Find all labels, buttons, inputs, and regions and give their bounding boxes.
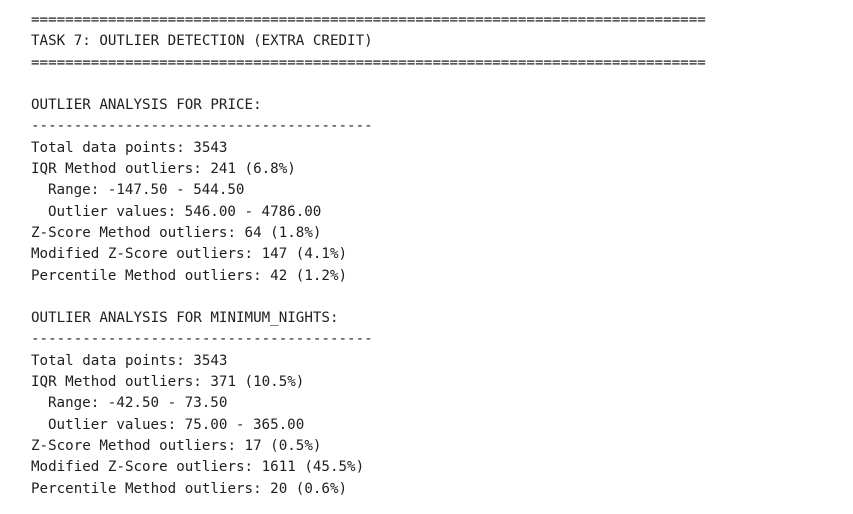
section-divider: ---------------------------------------- xyxy=(31,331,373,348)
iqr-outliers: IQR Method outliers: 371 (10.5%) xyxy=(31,374,305,391)
iqr-outlier-values: Outlier values: 546.00 - 4786.00 xyxy=(48,203,322,220)
section-divider: ---------------------------------------- xyxy=(31,118,373,135)
total-data-points: Total data points: 3543 xyxy=(31,352,228,369)
price-section: OUTLIER ANALYSIS FOR PRICE: ------------… xyxy=(31,95,831,287)
header-rule-bottom: ========================================… xyxy=(31,54,706,71)
zscore-outliers: Z-Score Method outliers: 17 (0.5%) xyxy=(31,437,322,454)
minimum-nights-section: OUTLIER ANALYSIS FOR MINIMUM_NIGHTS: ---… xyxy=(31,308,831,500)
header-rule-top: ========================================… xyxy=(31,12,706,28)
console-output: ========================================… xyxy=(31,10,831,500)
percentile-outliers: Percentile Method outliers: 42 (1.2%) xyxy=(31,267,348,284)
iqr-outlier-values: Outlier values: 75.00 - 365.00 xyxy=(48,416,305,433)
section-heading: OUTLIER ANALYSIS FOR PRICE: xyxy=(31,97,262,114)
zscore-outliers: Z-Score Method outliers: 64 (1.8%) xyxy=(31,224,322,241)
iqr-range: Range: -147.50 - 544.50 xyxy=(48,182,245,199)
section-heading: OUTLIER ANALYSIS FOR MINIMUM_NIGHTS: xyxy=(31,310,339,327)
task-title: TASK 7: OUTLIER DETECTION (EXTRA CREDIT) xyxy=(31,33,373,50)
modified-zscore-outliers: Modified Z-Score outliers: 1611 (45.5%) xyxy=(31,459,365,476)
iqr-range: Range: -42.50 - 73.50 xyxy=(48,395,228,412)
percentile-outliers: Percentile Method outliers: 20 (0.6%) xyxy=(31,480,348,497)
iqr-outliers: IQR Method outliers: 241 (6.8%) xyxy=(31,161,296,178)
modified-zscore-outliers: Modified Z-Score outliers: 147 (4.1%) xyxy=(31,246,348,263)
total-data-points: Total data points: 3543 xyxy=(31,139,228,156)
